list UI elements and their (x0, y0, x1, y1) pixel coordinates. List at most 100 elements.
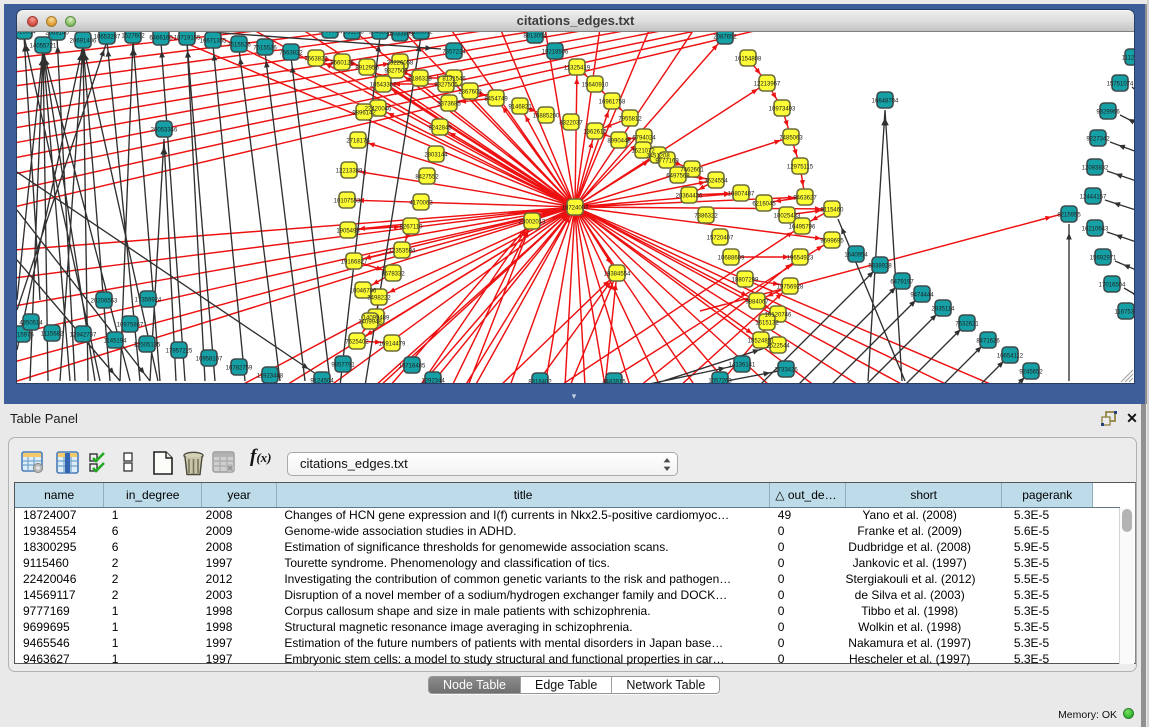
svg-text:16120746: 16120746 (765, 312, 792, 318)
svg-text:2087652: 2087652 (713, 34, 737, 40)
svg-text:8912956: 8912956 (355, 65, 379, 71)
svg-text:10046786: 10046786 (350, 288, 377, 294)
svg-text:9227342: 9227342 (1086, 136, 1110, 142)
svg-text:9329966: 9329966 (1096, 109, 1120, 115)
svg-text:7632621: 7632621 (955, 321, 979, 327)
svg-text:1362615: 1362615 (583, 129, 607, 135)
svg-text:2935114: 2935114 (932, 306, 956, 312)
svg-text:8660126: 8660126 (330, 60, 354, 66)
svg-text:9327505: 9327505 (434, 82, 458, 88)
svg-text:6794024: 6794024 (632, 135, 656, 141)
svg-text:10107553: 10107553 (334, 198, 361, 204)
svg-text:15751074: 15751074 (1107, 81, 1134, 87)
svg-text:16671355: 16671355 (200, 38, 227, 44)
svg-text:3373685: 3373685 (437, 101, 461, 107)
svg-text:1115682: 1115682 (41, 331, 64, 337)
svg-text:12213967: 12213967 (754, 81, 781, 87)
svg-text:10654112: 10654112 (997, 353, 1024, 359)
svg-text:19756928: 19756928 (777, 284, 804, 290)
svg-text:15720407: 15720407 (707, 235, 734, 241)
svg-text:19166827: 19166827 (341, 259, 368, 265)
svg-text:15885200: 15885200 (533, 113, 560, 119)
svg-text:16648784: 16648784 (872, 98, 899, 104)
svg-text:10807487: 10807487 (728, 191, 755, 197)
svg-text:1065328: 1065328 (318, 32, 342, 34)
svg-text:15692971: 15692971 (1090, 255, 1117, 261)
svg-text:8427552: 8427552 (415, 174, 439, 180)
svg-text:1409948: 1409948 (358, 319, 382, 325)
svg-text:8215955: 8215955 (1057, 212, 1081, 218)
svg-text:7955812: 7955812 (618, 116, 642, 122)
svg-text:11325419: 11325419 (564, 65, 591, 71)
svg-text:19218506: 19218506 (542, 49, 569, 55)
svg-text:17359924: 17359924 (135, 297, 162, 303)
svg-text:9245652: 9245652 (1019, 369, 1043, 375)
svg-text:9699695: 9699695 (820, 238, 844, 244)
svg-text:8813054: 8813054 (523, 33, 547, 39)
svg-text:7357224: 7357224 (442, 49, 466, 55)
svg-text:8990448: 8990448 (607, 138, 631, 144)
svg-text:3498222: 3498222 (367, 295, 391, 301)
svg-text:12505135: 12505135 (134, 342, 161, 348)
svg-text:6497568: 6497568 (666, 173, 690, 179)
svg-text:9463627: 9463627 (793, 195, 817, 201)
svg-text:1527602: 1527602 (121, 33, 145, 39)
svg-text:9146821: 9146821 (508, 104, 532, 110)
svg-text:3624554: 3624554 (704, 178, 728, 184)
svg-text:7625402: 7625402 (345, 339, 369, 345)
svg-text:7485063: 7485063 (779, 135, 803, 141)
svg-text:11923448: 11923448 (257, 373, 284, 379)
svg-text:2522544: 2522544 (766, 343, 790, 349)
svg-text:10653287: 10653287 (94, 34, 121, 40)
svg-text:17957225: 17957225 (166, 348, 193, 354)
svg-text:16210643: 16210643 (1082, 226, 1109, 232)
svg-text:8322037: 8322037 (559, 120, 583, 126)
svg-text:16495796: 16495796 (789, 224, 816, 230)
svg-text:8813054: 8813054 (17, 32, 36, 35)
svg-text:9777169: 9777169 (655, 158, 679, 164)
svg-text:9327503: 9327503 (384, 68, 408, 74)
svg-text:20364436: 20364436 (676, 193, 703, 199)
svg-text:1733426: 1733426 (774, 367, 798, 373)
svg-text:16914479: 16914479 (379, 341, 406, 347)
svg-text:1112045: 1112045 (1122, 55, 1134, 61)
svg-text:16033809: 16033809 (387, 32, 414, 37)
svg-text:15716485: 15716485 (399, 363, 426, 369)
svg-text:9124504: 9124504 (310, 378, 334, 383)
svg-text:10025433: 10025433 (774, 213, 801, 219)
svg-text:5938928: 5938928 (868, 263, 892, 269)
svg-text:18724007: 18724007 (562, 205, 589, 211)
svg-text:10688609: 10688609 (718, 255, 745, 261)
svg-text:10719155: 10719155 (174, 35, 201, 41)
svg-text:8454749: 8454749 (484, 96, 508, 102)
svg-text:20206563: 20206563 (91, 298, 118, 304)
svg-text:1057263: 1057263 (708, 378, 732, 383)
svg-text:9884067: 9884067 (745, 299, 769, 305)
svg-text:2803144: 2803144 (424, 152, 448, 158)
svg-text:8267110: 8267110 (400, 224, 424, 230)
svg-text:7515526: 7515526 (227, 42, 251, 48)
svg-text:4483915: 4483915 (602, 379, 626, 383)
svg-text:12942737: 12942737 (70, 332, 97, 338)
svg-text:4350514: 4350514 (19, 320, 43, 326)
svg-text:7386322: 7386322 (694, 213, 718, 219)
svg-text:12975115: 12975115 (787, 164, 814, 170)
svg-text:9242845: 9242845 (428, 125, 452, 131)
svg-text:10958107: 10958107 (196, 356, 223, 362)
svg-text:14136141: 14136141 (729, 362, 756, 368)
svg-text:12444157: 12444157 (1080, 194, 1107, 200)
svg-text:10973493: 10973493 (769, 106, 796, 112)
svg-text:9857791: 9857791 (331, 362, 355, 368)
svg-text:2069140: 2069140 (45, 32, 69, 36)
svg-text:12213389: 12213389 (336, 168, 363, 174)
svg-text:8186328: 8186328 (408, 76, 432, 82)
svg-text:4170063: 4170063 (409, 200, 433, 206)
svg-text:16961758: 16961758 (599, 99, 626, 105)
svg-text:12353594: 12353594 (389, 248, 416, 254)
svg-text:7515526: 7515526 (253, 45, 277, 51)
svg-text:23226058: 23226058 (387, 60, 414, 66)
svg-text:16782759: 16782759 (226, 365, 253, 371)
svg-text:23002013: 23002013 (519, 219, 546, 225)
svg-text:10543362: 10543362 (370, 82, 397, 88)
svg-text:10975867: 10975867 (117, 322, 144, 328)
